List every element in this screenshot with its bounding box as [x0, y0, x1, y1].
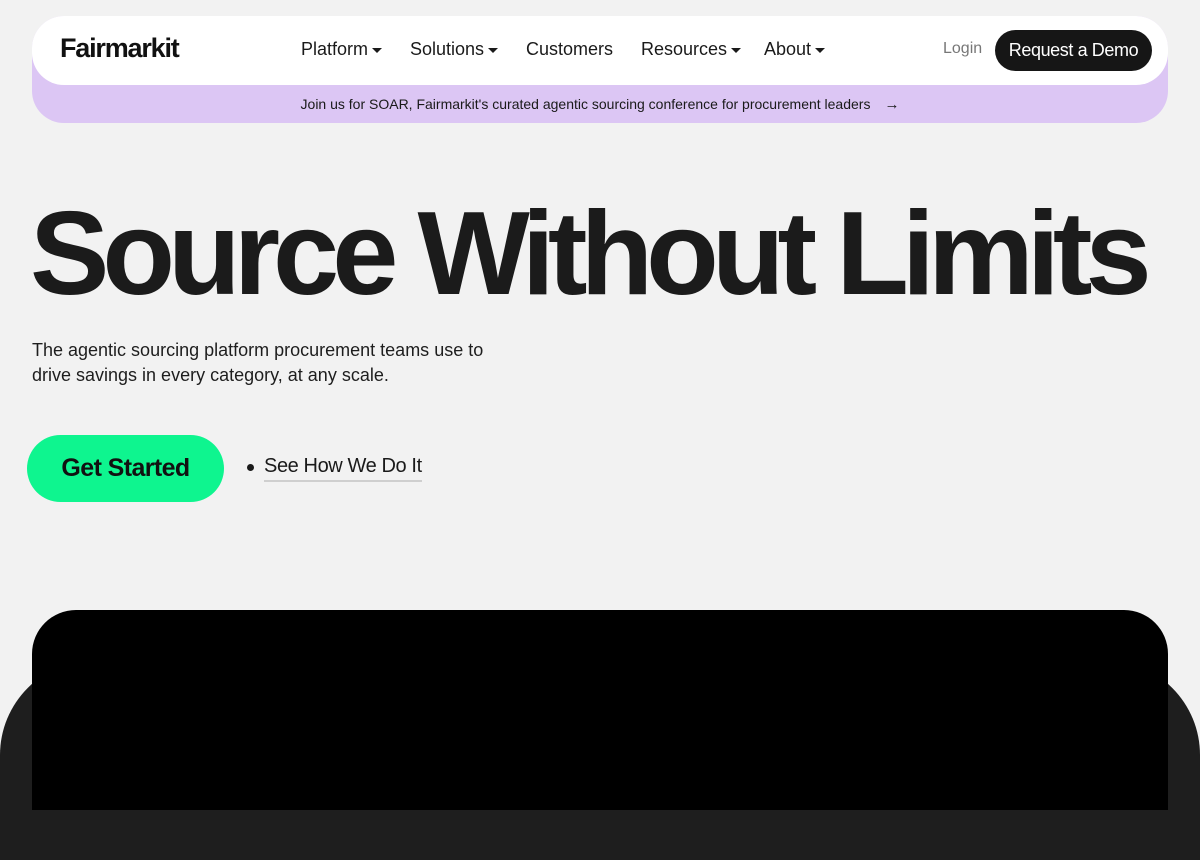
- hero-subtitle: The agentic sourcing platform procuremen…: [32, 340, 484, 385]
- nav-item-platform[interactable]: Platform: [301, 39, 383, 60]
- nav-item-customers[interactable]: Customers: [526, 39, 613, 60]
- see-how-link[interactable]: See How We Do It: [264, 455, 422, 482]
- caret-down-icon: [488, 48, 499, 53]
- request-demo-button[interactable]: Request a Demo: [995, 30, 1152, 71]
- caret-down-icon: [815, 48, 826, 53]
- nav-item-label: About: [764, 39, 812, 59]
- get-started-button[interactable]: Get Started: [27, 435, 224, 502]
- nav-item-about[interactable]: About: [764, 39, 826, 60]
- nav-item-solutions[interactable]: Solutions: [410, 39, 499, 60]
- nav-item-resources[interactable]: Resources: [641, 39, 742, 60]
- logo[interactable]: Fairmarkit: [60, 33, 180, 64]
- caret-down-icon: [731, 48, 742, 53]
- nav-item-label: Platform: [301, 39, 369, 59]
- navbar: Fairmarkit Platform Solutions Customers …: [32, 16, 1168, 85]
- bullet-dot-icon: [247, 464, 254, 471]
- hero-title: Source Without Limits: [30, 187, 1152, 320]
- login-link[interactable]: Login: [943, 40, 982, 58]
- announcement-text: Join us for SOAR, Fairmarkit's curated a…: [300, 96, 871, 112]
- nav-item-label: Customers: [526, 39, 614, 59]
- announcement-banner[interactable]: Join us for SOAR, Fairmarkit's curated a…: [32, 85, 1168, 123]
- nav-item-label: Solutions: [410, 39, 485, 59]
- caret-down-icon: [372, 48, 383, 53]
- media-frame[interactable]: [32, 610, 1168, 810]
- arrow-right-icon: →: [884, 95, 900, 113]
- site-header: Fairmarkit Platform Solutions Customers …: [32, 16, 1168, 123]
- nav-item-label: Resources: [641, 39, 728, 59]
